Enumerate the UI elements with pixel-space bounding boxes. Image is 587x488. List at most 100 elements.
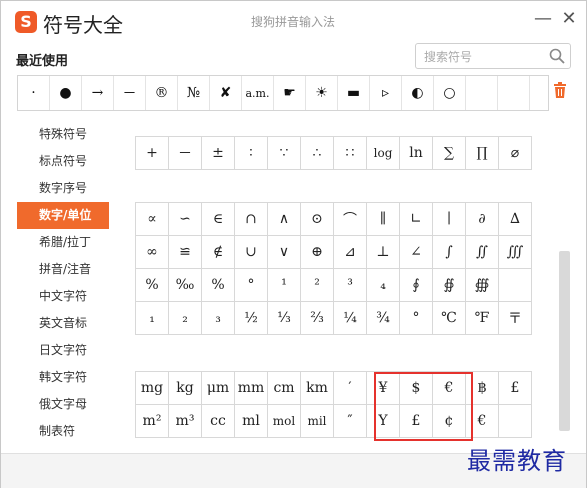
scrollbar[interactable] [558,121,571,451]
sidebar-item[interactable]: 俄文字母 [1,391,126,418]
recent-symbol[interactable]: ▬ [338,76,370,110]
symbol-cell[interactable]: ⌒ [333,202,367,236]
symbol-cell[interactable]: ⌀ [498,136,532,170]
symbol-cell[interactable]: ² [300,268,334,302]
sidebar-item[interactable]: 数字/单位 [17,202,109,229]
close-button[interactable]: ✕ [559,9,579,29]
search-input[interactable] [422,47,546,67]
symbol-cell[interactable]: mil [300,404,334,438]
symbol-cell[interactable]: ₁ [135,301,169,335]
symbol-cell[interactable]: kg [168,371,202,405]
symbol-cell[interactable]: ∑ [432,136,466,170]
symbol-cell[interactable]: ∰ [465,268,499,302]
symbol-cell[interactable]: ⊕ [300,235,334,269]
symbol-cell[interactable]: ∪ [234,235,268,269]
search-icon[interactable] [548,47,566,65]
symbol-cell[interactable]: ∂ [465,202,499,236]
symbol-cell[interactable]: ∽ [168,202,202,236]
symbol-cell[interactable]: ∉ [201,235,235,269]
search-box[interactable] [415,43,571,69]
recent-symbol[interactable]: № [178,76,210,110]
symbol-cell[interactable]: ∥ [366,202,400,236]
recent-symbol[interactable]: ● [50,76,82,110]
symbol-cell[interactable]: ∣ [432,202,466,236]
symbol-cell[interactable]: £ [498,371,532,405]
recent-symbol[interactable] [466,76,498,110]
symbol-cell[interactable]: ⅓ [267,301,301,335]
recent-symbol[interactable]: → [82,76,114,110]
sidebar-item[interactable]: 数字序号 [1,175,126,202]
symbol-cell[interactable]: ∞ [135,235,169,269]
symbol-cell[interactable]: ′ [333,371,367,405]
symbol-cell[interactable]: ⅔ [300,301,334,335]
symbol-cell[interactable]: 〒 [498,301,532,335]
symbol-cell[interactable] [498,404,532,438]
symbol-cell[interactable]: ∆ [498,202,532,236]
symbol-cell[interactable]: ∏ [465,136,499,170]
symbol-cell[interactable]: ∬ [465,235,499,269]
symbol-cell[interactable]: ∷ [333,136,367,170]
sidebar-item[interactable]: 中文字符 [1,283,126,310]
symbol-cell[interactable]: － [168,136,202,170]
symbol-cell[interactable]: cc [201,404,235,438]
recent-symbol[interactable]: · [18,76,50,110]
symbol-cell[interactable]: m³ [168,404,202,438]
symbol-cell[interactable]: ∭ [498,235,532,269]
symbol-cell[interactable]: ∶ [234,136,268,170]
recent-symbol[interactable]: ○ [434,76,466,110]
symbol-cell[interactable]: ⊥ [366,235,400,269]
symbol-cell[interactable]: ∨ [267,235,301,269]
symbol-cell[interactable]: mg [135,371,169,405]
symbol-cell[interactable] [498,268,532,302]
recent-symbol[interactable]: ◐ [402,76,434,110]
symbol-cell[interactable]: ∝ [135,202,169,236]
symbol-cell[interactable]: ³ [333,268,367,302]
recent-symbol[interactable] [498,76,530,110]
symbol-cell[interactable]: ₄ [366,268,400,302]
symbol-cell[interactable]: ¹ [267,268,301,302]
symbol-cell[interactable]: ml [234,404,268,438]
symbol-cell[interactable]: ∧ [267,202,301,236]
symbol-cell[interactable]: % [201,268,235,302]
sidebar-item[interactable]: 拼音/注音 [1,256,126,283]
symbol-cell[interactable]: mol [267,404,301,438]
symbol-cell[interactable]: ≌ [168,235,202,269]
symbol-cell[interactable]: ⊿ [333,235,367,269]
symbol-cell[interactable]: ln [399,136,433,170]
recent-symbol[interactable]: ® [146,76,178,110]
sidebar-item[interactable]: 日文字符 [1,337,126,364]
symbol-cell[interactable]: m² [135,404,169,438]
symbol-cell[interactable]: ± [201,136,235,170]
recent-symbol[interactable]: a.m. [242,76,274,110]
sidebar-item[interactable]: 韩文字符 [1,364,126,391]
symbol-cell[interactable]: km [300,371,334,405]
symbol-cell[interactable]: ₃ [201,301,235,335]
symbol-cell[interactable]: ₂ [168,301,202,335]
minimize-button[interactable]: — [533,9,553,29]
symbol-cell[interactable]: ⊙ [300,202,334,236]
sidebar-item[interactable]: 希腊/拉丁 [1,229,126,256]
symbol-cell[interactable]: ¼ [333,301,367,335]
recent-symbol[interactable]: ☀ [306,76,338,110]
sidebar-item[interactable]: 英文音标 [1,310,126,337]
trash-icon[interactable] [553,82,567,98]
sidebar-item[interactable]: 特殊符号 [1,121,126,148]
symbol-cell[interactable]: ∠ [399,235,433,269]
symbol-cell[interactable]: + [135,136,169,170]
symbol-cell[interactable]: log [366,136,400,170]
scrollbar-thumb[interactable] [559,251,570,431]
symbol-cell[interactable]: mm [234,371,268,405]
symbol-cell[interactable]: ½ [234,301,268,335]
recent-symbol[interactable]: ▹ [370,76,402,110]
symbol-cell[interactable]: cm [267,371,301,405]
recent-symbol[interactable]: ☛ [274,76,306,110]
symbol-cell[interactable]: ∵ [267,136,301,170]
symbol-cell[interactable]: ∫ [432,235,466,269]
symbol-cell[interactable]: ℃ [432,301,466,335]
symbol-cell[interactable]: ∩ [234,202,268,236]
symbol-cell[interactable]: % [135,268,169,302]
symbol-cell[interactable]: ∮ [399,268,433,302]
sidebar-item[interactable]: 标点符号 [1,148,126,175]
symbol-cell[interactable]: ° [234,268,268,302]
symbol-cell[interactable]: ° [399,301,433,335]
